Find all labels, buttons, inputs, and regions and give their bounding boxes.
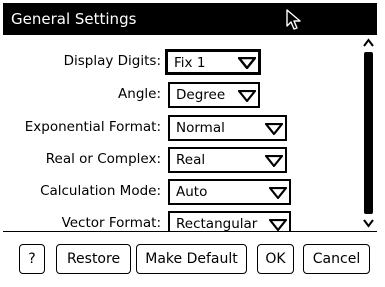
restore-button[interactable]: Restore [56, 244, 131, 274]
angle-select[interactable]: Degree [168, 82, 260, 108]
triangle-down-icon [265, 123, 283, 135]
settings-panel: Display Digits: Fix 1 Angle: Degree Expo… [3, 35, 377, 231]
real-or-complex-label: Real or Complex: [45, 151, 161, 167]
triangle-down-icon [269, 187, 287, 199]
setting-row-vector-format: Vector Format: Rectangular [3, 211, 363, 231]
scroll-down-icon[interactable] [363, 218, 374, 228]
help-button[interactable]: ? [19, 244, 45, 274]
angle-value: Degree [176, 87, 226, 103]
triangle-down-icon [238, 57, 256, 69]
real-or-complex-value: Real [176, 152, 206, 168]
triangle-down-icon [265, 155, 283, 167]
setting-row-angle: Angle: Degree [3, 82, 363, 108]
exponential-format-label: Exponential Format: [24, 119, 161, 135]
calculation-mode-value: Auto [176, 184, 208, 200]
angle-label: Angle: [118, 86, 161, 102]
vector-format-select[interactable]: Rectangular [168, 211, 291, 231]
vector-format-value: Rectangular [176, 216, 258, 231]
exponential-format-value: Normal [176, 120, 225, 136]
triangle-down-icon [269, 219, 287, 231]
ok-button[interactable]: OK [257, 244, 294, 274]
setting-row-display-digits: Display Digits: Fix 1 [3, 49, 363, 75]
cancel-button[interactable]: Cancel [303, 244, 370, 274]
exponential-format-select[interactable]: Normal [168, 115, 287, 141]
display-digits-select[interactable]: Fix 1 [165, 49, 261, 75]
mouse-pointer-icon [286, 9, 301, 30]
button-bar: ? Restore Make Default OK Cancel [3, 231, 377, 279]
calculation-mode-select[interactable]: Auto [168, 179, 291, 205]
vector-format-label: Vector Format: [61, 215, 161, 231]
scroll-up-icon[interactable] [363, 38, 374, 48]
setting-row-exponential-format: Exponential Format: Normal [3, 115, 363, 141]
dialog-title: General Settings [11, 10, 137, 28]
display-digits-label: Display Digits: [63, 53, 161, 69]
triangle-down-icon [238, 90, 256, 102]
display-digits-value: Fix 1 [174, 55, 206, 71]
make-default-button[interactable]: Make Default [136, 244, 247, 274]
calculation-mode-label: Calculation Mode: [40, 183, 161, 199]
real-or-complex-select[interactable]: Real [168, 147, 287, 173]
scroll-thumb[interactable] [364, 52, 373, 214]
setting-row-calculation-mode: Calculation Mode: Auto [3, 179, 363, 205]
title-bar: General Settings [3, 3, 377, 35]
setting-row-real-or-complex: Real or Complex: Real [3, 147, 363, 173]
scrollbar[interactable] [362, 35, 375, 231]
